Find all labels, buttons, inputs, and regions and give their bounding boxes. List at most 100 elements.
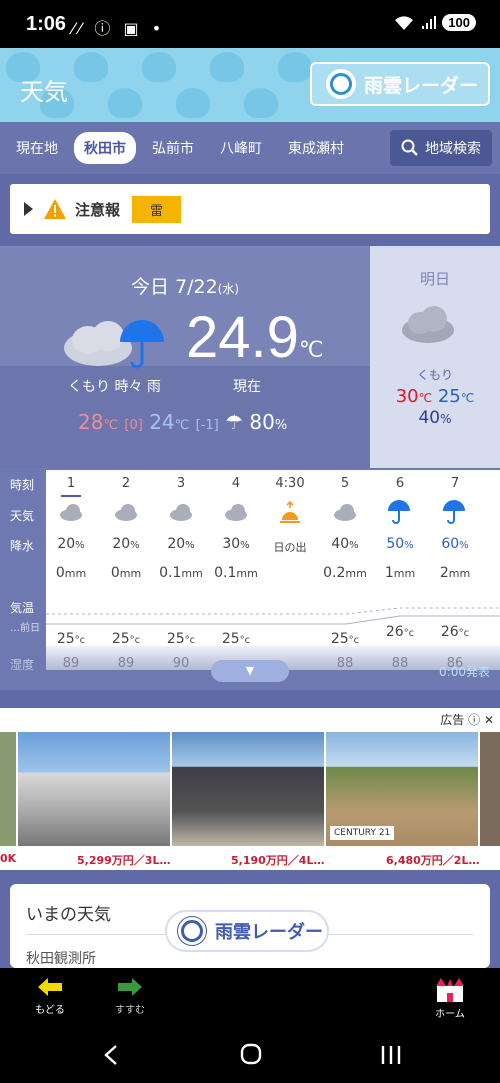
pct-unit: % xyxy=(75,540,85,551)
expand-arrow-icon xyxy=(24,202,33,216)
tomorrow-panel[interactable]: 明日 くもり 30℃ 25℃ 40% xyxy=(370,246,500,468)
ad-item[interactable] xyxy=(18,732,170,846)
tomorrow-temps: 30℃ 25℃ xyxy=(370,386,500,407)
signal-icon xyxy=(422,15,437,29)
temp-value: 25 xyxy=(111,631,130,647)
current-label: 現在 xyxy=(233,379,261,395)
radar-icon xyxy=(326,69,356,99)
back-label: もどる xyxy=(35,1005,65,1016)
tomorrow-high: 30 xyxy=(395,386,419,407)
thunder-advisory-badge: 雷 xyxy=(132,195,182,223)
pct-unit: % xyxy=(349,540,359,551)
ad-price: 5,190万円／4L… xyxy=(231,854,325,867)
tomorrow-rain-value: 40 xyxy=(418,408,441,428)
tomorrow-rain: 40% xyxy=(370,408,500,428)
tab-happo[interactable]: 八峰町 xyxy=(210,132,272,164)
pct-unit: % xyxy=(130,540,140,551)
temp-point-label: 26°c xyxy=(373,624,427,640)
cloud-icon xyxy=(60,504,82,521)
expand-hourly-button[interactable]: ▼ xyxy=(211,660,289,682)
today-low-diff: [-1] xyxy=(195,418,219,433)
precip-value: 60 xyxy=(441,536,460,552)
temp-value: 25 xyxy=(56,631,75,647)
ad-price: 0K xyxy=(0,852,17,865)
tomorrow-low: 25 xyxy=(437,386,461,407)
today-high: 28 xyxy=(78,410,104,434)
home-nav-button[interactable]: ホーム xyxy=(430,976,470,1020)
ad-banner[interactable]: 広告 ⓘ ✕ CENTURY 21 0K 5,299万円／3L… 5,190万円… xyxy=(0,708,500,870)
c-unit: °c xyxy=(239,635,251,646)
rain-radar-button[interactable]: 雨雲レーダー xyxy=(310,62,490,106)
tab-current-location[interactable]: 現在地 xyxy=(6,132,68,164)
current-weather-title: いまの天気 xyxy=(26,905,111,925)
temp-point-label: 25°c xyxy=(44,631,98,647)
umbrella-small-icon: ☂ xyxy=(225,410,244,434)
amount-value: 0.1 xyxy=(214,565,237,581)
ad-item[interactable] xyxy=(172,732,324,846)
search-icon xyxy=(401,139,418,156)
hour-time: 1 xyxy=(66,476,76,491)
tab-higashinaruse[interactable]: 東成瀬村 xyxy=(278,132,354,164)
amount-value: 2 xyxy=(439,565,449,581)
c-unit: °c xyxy=(403,628,415,639)
tab-hirosaki[interactable]: 弘前市 xyxy=(142,132,204,164)
today-weekday: (水) xyxy=(217,282,240,296)
warning-banner[interactable]: 注意報 雷 xyxy=(10,184,490,234)
arrow-left-icon xyxy=(38,978,62,996)
label-precip: 降水 xyxy=(10,539,35,553)
amount-value: 1 xyxy=(384,565,394,581)
precip-value: 20 xyxy=(112,536,131,552)
c-unit: °c xyxy=(74,635,86,646)
c-unit: °c xyxy=(184,635,196,646)
tab-akita[interactable]: 秋田市 xyxy=(74,132,136,164)
mm-unit: mm xyxy=(119,567,142,580)
precip-amount: 0mm xyxy=(44,565,98,581)
today-date-text: 今日 7/22 xyxy=(130,276,218,298)
amount-value: 0 xyxy=(110,565,120,581)
ad-item[interactable] xyxy=(480,732,500,846)
system-back-icon[interactable] xyxy=(102,1044,120,1066)
today-low-unit: ℃ xyxy=(174,418,190,433)
advisory-label: 注意報 xyxy=(75,200,121,219)
forward-nav-button[interactable]: すすむ xyxy=(110,976,150,1016)
system-recents-icon[interactable] xyxy=(380,1044,402,1066)
ad-price: 5,299万円／3L… xyxy=(77,854,171,867)
precip-amount: 0.1mm xyxy=(209,565,263,581)
ad-label: 広告 ⓘ ✕ xyxy=(440,711,494,728)
temp-point-label: 25°c xyxy=(99,631,153,647)
temp-point-label: 25°c xyxy=(154,631,208,647)
tomorrow-high-unit: ℃ xyxy=(418,391,433,405)
ad-price: 6,480万円／2L… xyxy=(386,854,480,867)
mm-unit: mm xyxy=(393,567,416,580)
back-nav-button[interactable]: もどる xyxy=(30,976,70,1016)
ad-item[interactable] xyxy=(0,732,16,846)
precip-chance: 20% xyxy=(99,536,153,552)
warning-icon xyxy=(44,199,66,219)
close-icon[interactable]: ✕ xyxy=(484,713,494,727)
temp-line xyxy=(46,615,500,625)
precip-chance: 30% xyxy=(209,536,263,552)
sunrise-icon xyxy=(280,500,300,523)
hour-col: 6 xyxy=(395,476,405,491)
pattern-slime-icon xyxy=(176,88,210,118)
today-low: 24 xyxy=(149,410,175,434)
pct-unit: % xyxy=(404,540,414,551)
pattern-slime-icon xyxy=(278,52,312,82)
temp-point-label: 25°c xyxy=(318,631,372,647)
temp-value: 25 xyxy=(166,631,185,647)
ad-item[interactable]: CENTURY 21 xyxy=(326,732,478,846)
current-temperature: 24.9℃ xyxy=(186,304,324,371)
today-rain-chance: 80 xyxy=(249,410,275,434)
label-time: 時刻 xyxy=(10,478,35,492)
precip-amount: 0.2mm xyxy=(318,565,372,581)
area-search-button[interactable]: 地域検索 xyxy=(390,130,492,166)
c-unit: °c xyxy=(348,635,360,646)
amount-value: 0.1 xyxy=(159,565,182,581)
today-condition: くもり 時々 雨 xyxy=(68,379,161,395)
info-icon[interactable]: ⓘ xyxy=(468,713,480,727)
cloud-icon xyxy=(115,504,137,521)
floating-rain-radar-button[interactable]: 雨雲レーダー xyxy=(165,910,329,952)
system-home-icon[interactable] xyxy=(240,1043,262,1065)
temp-value: 25 xyxy=(221,631,240,647)
precip-value: 40 xyxy=(331,536,350,552)
